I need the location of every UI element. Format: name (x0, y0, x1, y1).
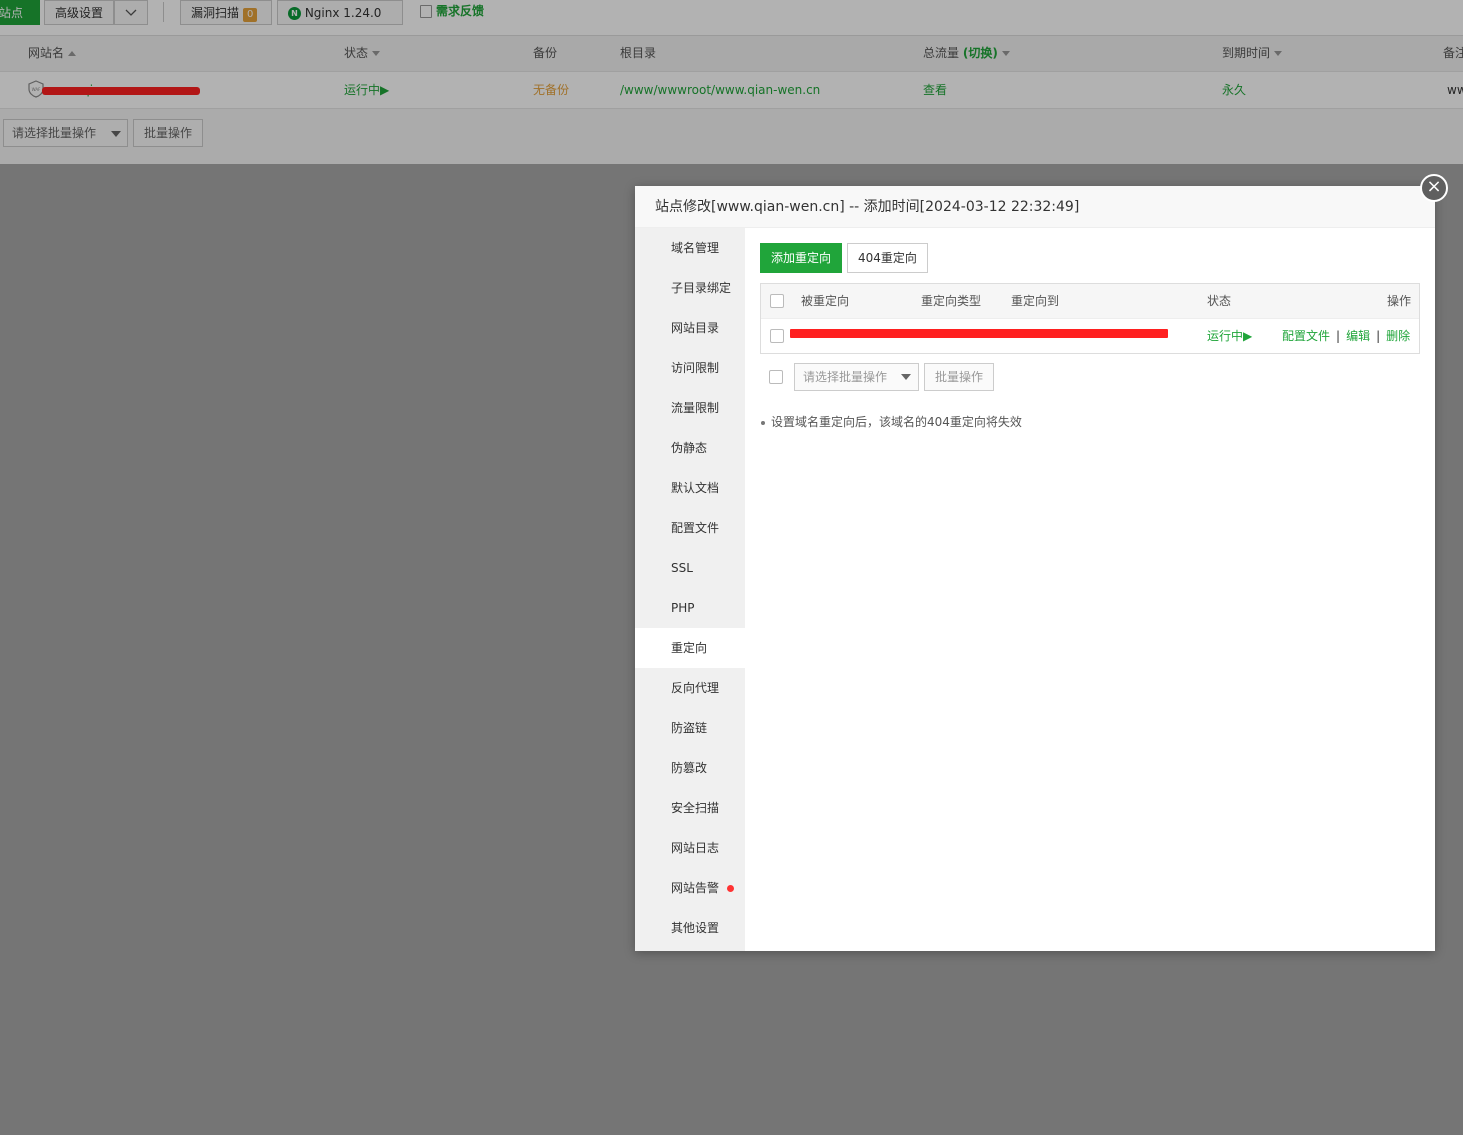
menu-item-label: 子目录绑定 (671, 281, 732, 295)
col-actions: 操作 (1387, 294, 1412, 308)
col-target: 重定向到 (1011, 294, 1060, 308)
menu-item-label: 默认文档 (671, 481, 720, 495)
menu-item-label: 域名管理 (671, 241, 720, 255)
alert-dot (727, 885, 735, 892)
action-separator: | (1376, 329, 1381, 343)
redirect-panel: 添加重定向 404重定向 被重定向 重定向类型 重定向到 状态 操作 运行中▶ … (745, 228, 1435, 951)
menu-item-label: 安全扫描 (671, 801, 720, 815)
menu-item-site-log[interactable]: 网站日志 (635, 828, 745, 868)
redirect-batch-button-label: 批量操作 (935, 370, 984, 384)
add-redirect-button[interactable]: 添加重定向 (760, 243, 843, 273)
menu-item-access-limit[interactable]: 访问限制 (635, 348, 745, 388)
menu-item-label: 重定向 (671, 641, 708, 655)
menu-item-label: 反向代理 (671, 681, 720, 695)
menu-item-php[interactable]: PHP (635, 588, 745, 628)
redirect-batch-select-label: 请选择批量操作 (803, 370, 888, 384)
menu-item-label: PHP (671, 601, 695, 615)
menu-item-subdir[interactable]: 子目录绑定 (635, 268, 745, 308)
redirect-404-button[interactable]: 404重定向 (847, 243, 928, 273)
select-all-checkbox[interactable] (770, 294, 784, 308)
menu-item-hotlink[interactable]: 防盗链 (635, 708, 745, 748)
table-row: 运行中▶ 配置文件 | 编辑 | 删除 (761, 319, 1419, 353)
menu-item-rewrite[interactable]: 伪静态 (635, 428, 745, 468)
menu-item-label: SSL (671, 561, 693, 575)
redirect-table: 被重定向 重定向类型 重定向到 状态 操作 运行中▶ 配置文件 | 编辑 | 删除 (760, 283, 1420, 354)
menu-item-redirect[interactable]: 重定向 (635, 628, 745, 668)
redirect-batch-button[interactable]: 批量操作 (924, 363, 994, 391)
batch-checkbox[interactable] (769, 370, 783, 384)
redirect-actions: 配置文件 | 编辑 | 删除 (1282, 319, 1410, 353)
col-type: 重定向类型 (921, 294, 982, 308)
menu-item-label: 网站目录 (671, 321, 720, 335)
col-source: 被重定向 (801, 294, 850, 308)
menu-item-domain[interactable]: 域名管理 (635, 228, 745, 268)
delete-link[interactable]: 删除 (1386, 329, 1410, 343)
side-menu: 域名管理 子目录绑定 网站目录 访问限制 流量限制 伪静态 默认文档 配置文件 … (635, 228, 745, 951)
menu-item-label: 网站日志 (671, 841, 720, 855)
config-file-link[interactable]: 配置文件 (1282, 329, 1330, 343)
menu-item-label: 配置文件 (671, 521, 720, 535)
col-status: 状态 (1207, 294, 1232, 308)
menu-item-label: 访问限制 (671, 361, 720, 375)
edit-link[interactable]: 编辑 (1346, 329, 1370, 343)
redaction-mark (790, 329, 1168, 338)
menu-item-label: 流量限制 (671, 401, 720, 415)
menu-item-label: 网站告警 (671, 881, 720, 895)
menu-item-site-dir[interactable]: 网站目录 (635, 308, 745, 348)
menu-item-other[interactable]: 其他设置 (635, 908, 745, 948)
action-separator: | (1336, 329, 1341, 343)
menu-item-default-doc[interactable]: 默认文档 (635, 468, 745, 508)
caret-down-icon (901, 374, 911, 380)
modal-title: 站点修改[www.qian-wen.cn] -- 添加时间[2024-03-12… (635, 186, 1435, 228)
bullet-icon (761, 420, 765, 425)
menu-item-reverse-proxy[interactable]: 反向代理 (635, 668, 745, 708)
menu-item-label: 防盗链 (671, 721, 708, 735)
menu-item-label: 防篡改 (671, 761, 708, 775)
redirect-note: 设置域名重定向后，该域名的404重定向将失效 (761, 413, 1022, 430)
menu-item-tamper[interactable]: 防篡改 (635, 748, 745, 788)
redirect-table-header: 被重定向 重定向类型 重定向到 状态 操作 (761, 284, 1419, 319)
redirect-batch-select[interactable]: 请选择批量操作 (794, 363, 919, 391)
redirect-status[interactable]: 运行中▶ (1207, 319, 1252, 353)
menu-item-ssl[interactable]: SSL (635, 548, 745, 588)
menu-item-security-scan[interactable]: 安全扫描 (635, 788, 745, 828)
menu-item-label: 伪静态 (671, 441, 708, 455)
close-icon[interactable]: × (1420, 174, 1448, 202)
menu-item-site-alert[interactable]: 网站告警 (635, 868, 745, 908)
menu-item-label: 其他设置 (671, 921, 720, 935)
row-checkbox[interactable] (770, 329, 784, 343)
menu-item-config[interactable]: 配置文件 (635, 508, 745, 548)
site-edit-modal: 站点修改[www.qian-wen.cn] -- 添加时间[2024-03-12… (635, 186, 1435, 951)
redirect-note-text: 设置域名重定向后，该域名的404重定向将失效 (771, 415, 1022, 429)
menu-item-traffic-limit[interactable]: 流量限制 (635, 388, 745, 428)
